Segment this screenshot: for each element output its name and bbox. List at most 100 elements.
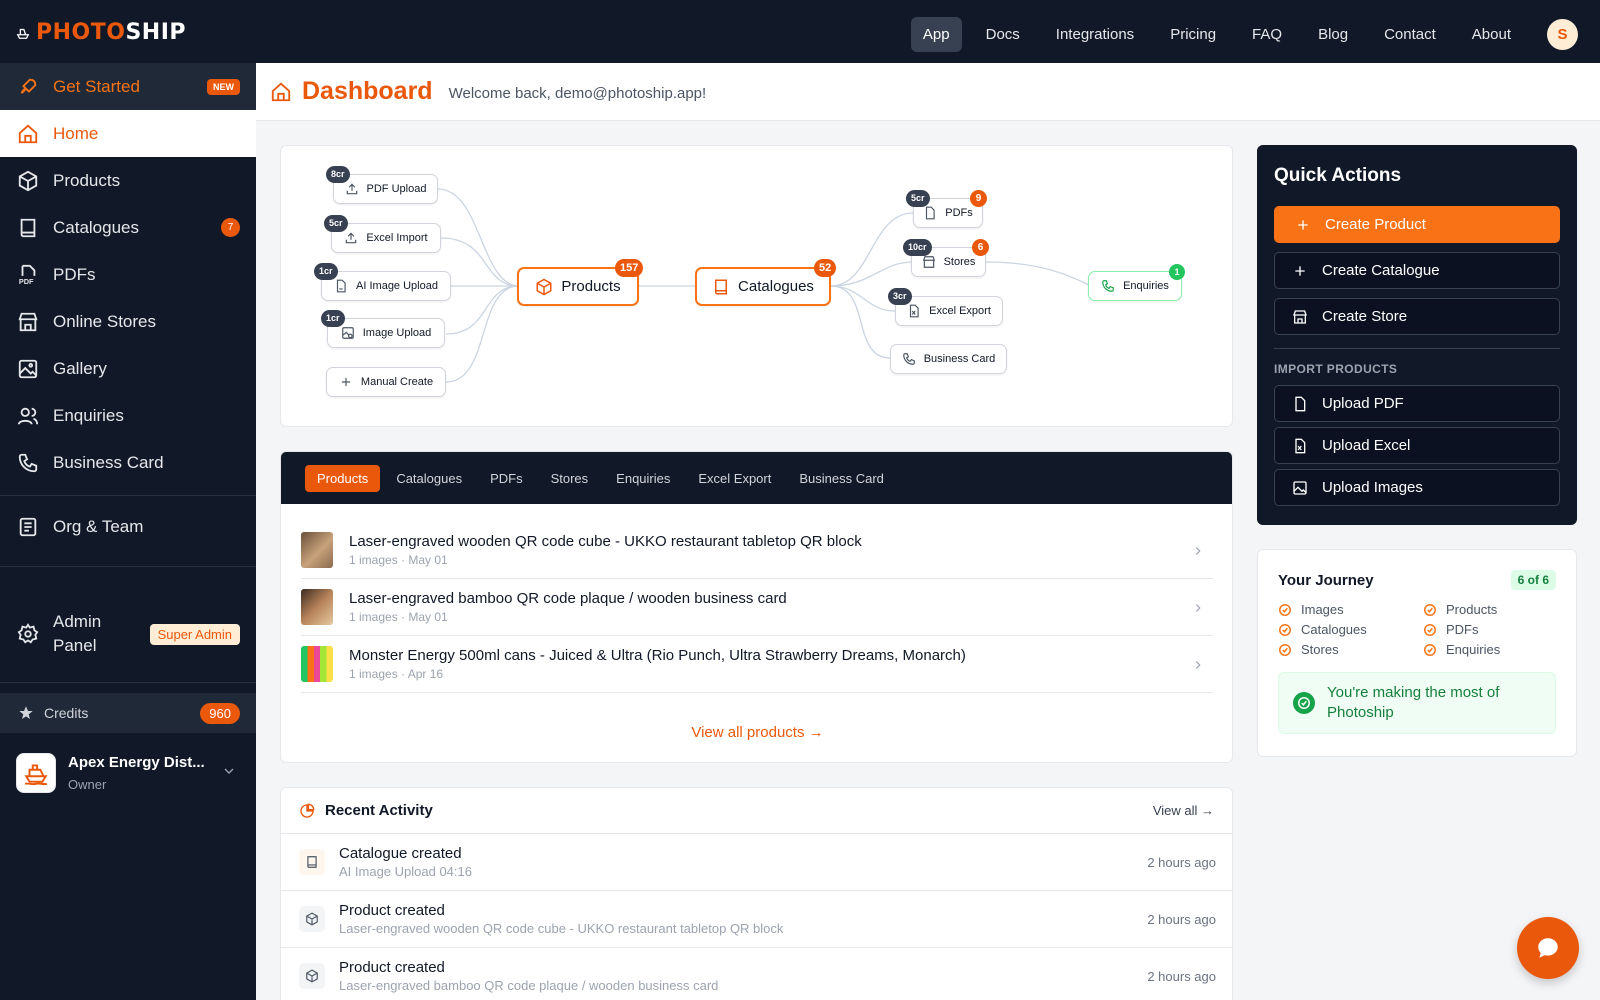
- product-row[interactable]: Laser-engraved bamboo QR code plaque / w…: [301, 579, 1213, 636]
- upload-images-button[interactable]: Upload Images: [1274, 469, 1560, 506]
- product-row[interactable]: Laser-engraved wooden QR code cube - UKK…: [301, 522, 1213, 579]
- book-icon: [20, 218, 36, 237]
- tab-excel-export[interactable]: Excel Export: [686, 465, 783, 492]
- nav-about[interactable]: About: [1454, 17, 1529, 52]
- flow-node-excel-export[interactable]: Excel Export: [895, 296, 1003, 326]
- journey-step-label: Images: [1301, 602, 1344, 617]
- sidebar-item-online-stores[interactable]: Online Stores: [0, 298, 256, 345]
- sidebar-item-products[interactable]: Products: [0, 157, 256, 204]
- sidebar-divider: [0, 682, 256, 683]
- flow-node-label: Excel Export: [929, 305, 991, 317]
- activity-row[interactable]: Product created Laser-engraved bamboo QR…: [281, 948, 1232, 1000]
- tab-enquiries[interactable]: Enquiries: [604, 465, 682, 492]
- flow-node-excel-import[interactable]: Excel Import: [331, 223, 441, 253]
- tab-business-card[interactable]: Business Card: [787, 465, 896, 492]
- activity-subtitle: Laser-engraved bamboo QR code plaque / w…: [339, 978, 719, 993]
- quick-actions-title: Quick Actions: [1274, 165, 1402, 186]
- sidebar-item-enquiries[interactable]: Enquiries: [0, 392, 256, 439]
- excel-file-icon: [910, 304, 919, 318]
- check-circle-icon: [1279, 603, 1291, 616]
- sidebar-item-label: Org & Team: [53, 516, 144, 536]
- quick-actions-divider: [1274, 348, 1560, 349]
- tabs-bar: Products Catalogues PDFs Stores Enquirie…: [281, 452, 1232, 504]
- check-circle-icon: [1279, 643, 1291, 656]
- page-title: Dashboard: [302, 77, 433, 105]
- journey-title: Your Journey: [1278, 572, 1374, 589]
- flow-node-image-upload[interactable]: Image Upload: [327, 318, 445, 348]
- sidebar-item-business-card[interactable]: Business Card: [0, 439, 256, 486]
- activity-title: Product created: [339, 959, 445, 976]
- chevron-right-icon: [1195, 661, 1201, 669]
- create-catalogue-button[interactable]: Create Catalogue: [1274, 252, 1560, 289]
- flow-node-label: Products: [561, 278, 621, 295]
- activity-time: 2 hours ago: [1147, 969, 1216, 984]
- product-meta: 1 images · May 01: [349, 610, 448, 624]
- flow-node-catalogues[interactable]: Catalogues: [695, 267, 831, 306]
- journey-step-label: Stores: [1301, 642, 1339, 657]
- tab-products[interactable]: Products: [305, 464, 381, 492]
- sidebar-item-home[interactable]: Home: [0, 110, 256, 157]
- image-icon: [18, 359, 38, 378]
- flow-node-enquiries[interactable]: Enquiries: [1088, 271, 1182, 301]
- nav-docs[interactable]: Docs: [968, 17, 1038, 52]
- sidebar-item-catalogues[interactable]: Catalogues 7: [0, 204, 256, 251]
- store-icon: [922, 256, 935, 268]
- sidebar-divider: [0, 566, 256, 567]
- org-role: Owner: [68, 777, 107, 792]
- nav-faq[interactable]: FAQ: [1234, 17, 1300, 52]
- button-label: Upload Excel: [1322, 437, 1411, 454]
- activity-row[interactable]: Product created Laser-engraved wooden QR…: [281, 891, 1232, 948]
- excel-file-icon: [1295, 438, 1306, 453]
- create-store-button[interactable]: Create Store: [1274, 298, 1560, 335]
- button-label: Upload Images: [1322, 479, 1423, 496]
- plus-icon: [341, 377, 351, 387]
- nav-pricing[interactable]: Pricing: [1152, 17, 1234, 52]
- journey-step: Stores: [1278, 642, 1339, 657]
- view-all-activity-link[interactable]: View all →: [1153, 803, 1214, 818]
- tab-pdfs[interactable]: PDFs: [478, 465, 535, 492]
- journey-step: Products: [1423, 602, 1497, 617]
- store-icon: [18, 312, 38, 331]
- tab-stores[interactable]: Stores: [539, 465, 601, 492]
- product-row[interactable]: Monster Energy 500ml cans - Juiced & Ult…: [301, 636, 1213, 693]
- sidebar-item-pdfs[interactable]: PDF PDFs: [0, 251, 256, 298]
- phone-icon: [18, 453, 38, 472]
- create-product-button[interactable]: Create Product: [1274, 206, 1560, 243]
- upload-excel-button[interactable]: Upload Excel: [1274, 427, 1560, 464]
- sidebar-item-label: Catalogues: [53, 217, 140, 237]
- sidebar-item-get-started[interactable]: Get Started NEW: [0, 63, 256, 110]
- journey-step-label: PDFs: [1446, 622, 1479, 637]
- tab-catalogues[interactable]: Catalogues: [384, 465, 474, 492]
- product-thumbnail: [301, 532, 333, 568]
- flow-node-label: Stores: [943, 256, 976, 268]
- product-title: Monster Energy 500ml cans - Juiced & Ult…: [349, 647, 966, 664]
- sidebar-item-org-team[interactable]: Org & Team: [0, 503, 256, 550]
- catalogues-count-badge: 52: [814, 259, 837, 277]
- sidebar-item-label: Gallery: [53, 358, 107, 378]
- sidebar-item-admin-panel[interactable]: Admin Panel Super Admin: [0, 600, 256, 668]
- flow-node-manual-create[interactable]: Manual Create: [326, 367, 446, 397]
- logo[interactable]: PHOTOSHIP: [16, 20, 186, 45]
- credits-row[interactable]: Credits 960: [0, 693, 256, 733]
- view-all-products-link[interactable]: View all products →: [281, 724, 1232, 741]
- sidebar-item-gallery[interactable]: Gallery: [0, 345, 256, 392]
- top-nav: App Docs Integrations Pricing FAQ Blog C…: [910, 17, 1600, 52]
- nav-integrations[interactable]: Integrations: [1038, 17, 1152, 52]
- chevron-right-icon: [1195, 604, 1201, 612]
- activity-time: 2 hours ago: [1147, 912, 1216, 927]
- org-switcher[interactable]: Apex Energy Dist... Owner: [16, 751, 241, 795]
- quick-actions-panel: Quick Actions Create Product Create Cata…: [1257, 145, 1577, 525]
- product-thumbnail: [301, 589, 333, 625]
- user-avatar[interactable]: S: [1547, 19, 1578, 50]
- flow-node-business-card[interactable]: Business Card: [890, 344, 1007, 374]
- sidebar-item-label: Business Card: [53, 452, 164, 472]
- flow-node-ai-image-upload[interactable]: AI Image Upload: [321, 271, 451, 301]
- product-title: Laser-engraved wooden QR code cube - UKK…: [349, 533, 862, 550]
- enquiries-count-badge: 1: [1169, 264, 1185, 280]
- nav-blog[interactable]: Blog: [1300, 17, 1366, 52]
- upload-pdf-button[interactable]: Upload PDF: [1274, 385, 1560, 422]
- nav-contact[interactable]: Contact: [1366, 17, 1454, 52]
- nav-app[interactable]: App: [910, 17, 962, 52]
- chat-button[interactable]: [1517, 917, 1579, 979]
- activity-row[interactable]: Catalogue created AI Image Upload 04:16 …: [281, 834, 1232, 891]
